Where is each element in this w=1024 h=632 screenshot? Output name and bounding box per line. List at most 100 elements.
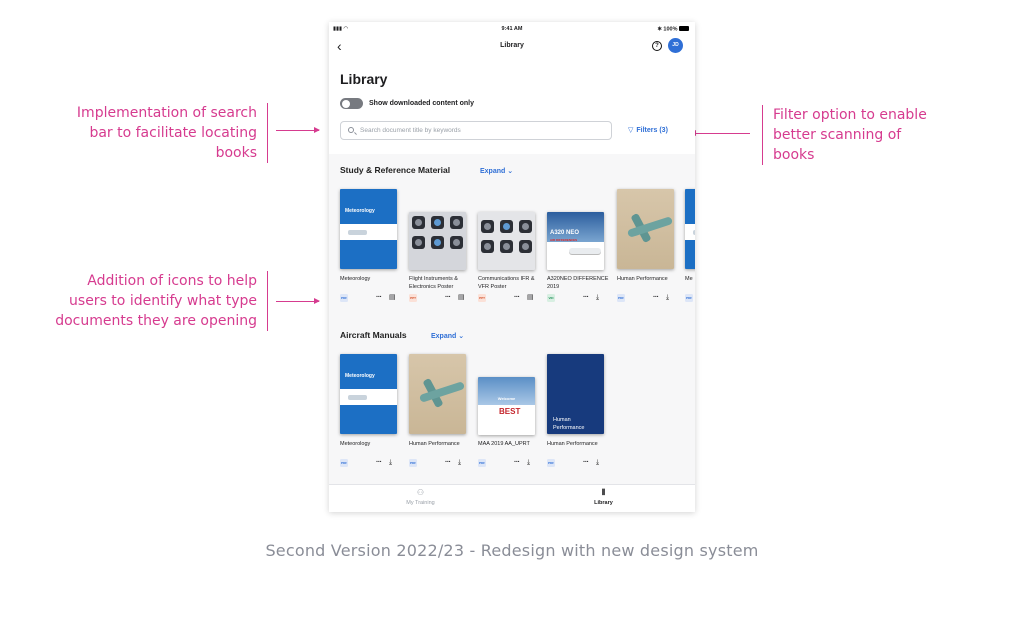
gauge-image <box>519 240 532 253</box>
book-cover[interactable]: Human Performance <box>547 354 604 434</box>
book-title: Communications IFR & VFR Poster <box>478 276 535 290</box>
download-icon[interactable]: ⤓ <box>458 459 461 466</box>
annotation-arrow-filter <box>690 130 750 136</box>
pdf-type-icon: PDF <box>685 294 693 302</box>
book-cover[interactable]: Meteorology <box>340 354 397 434</box>
caption: Second Version 2022/23 - Redesign with n… <box>265 541 759 560</box>
status-battery: ✱ 100% <box>657 26 689 33</box>
cover-image <box>340 224 397 240</box>
library-header: Library Show downloaded content only Sea… <box>329 58 695 154</box>
search-input[interactable]: Search document title by keywords <box>340 121 612 140</box>
more-options-icon[interactable]: ··· <box>514 459 520 466</box>
annotation-icons: Addition of icons to help users to ident… <box>52 271 268 331</box>
more-options-icon[interactable]: ··· <box>514 294 520 301</box>
status-time: 9:41 AM <box>501 26 523 32</box>
ppt-type-icon: PPT <box>409 294 417 302</box>
pdf-type-icon: PDF <box>617 294 625 302</box>
status-bar: ▮▮▮ ◠ 9:41 AM ✱ 100% <box>329 22 695 36</box>
book-cover[interactable] <box>409 212 466 270</box>
airplane-image <box>569 248 601 254</box>
annotation-search: Implementation of search bar to facilita… <box>60 103 268 163</box>
expand-label: Expand <box>431 333 457 340</box>
save-icon[interactable]: ▤ <box>389 294 396 301</box>
battery-icon <box>679 26 689 31</box>
expand-aircraft-button[interactable]: Expand ⌄ <box>431 332 464 340</box>
tab-label: Library <box>594 500 613 506</box>
help-icon[interactable]: ? <box>652 41 662 51</box>
book-cover[interactable] <box>617 189 674 269</box>
download-icon[interactable]: ⤓ <box>527 459 530 466</box>
ppt-type-icon: PPT <box>478 294 486 302</box>
gauge-image <box>481 220 494 233</box>
book-cover[interactable] <box>409 354 466 434</box>
cover-image <box>340 389 397 405</box>
tab-my-training[interactable]: ⚇ My Training <box>329 485 512 512</box>
book-cover[interactable]: Meteorology <box>340 189 397 269</box>
book-cover[interactable]: Welcome BEST <box>478 377 535 435</box>
more-options-icon[interactable]: ··· <box>653 294 659 301</box>
avatar[interactable]: JD <box>668 38 683 53</box>
library-content[interactable]: Library Show downloaded content only Sea… <box>329 58 695 484</box>
book-cover[interactable]: A320 NEO AIR DIFFERENCES <box>547 212 604 270</box>
save-icon[interactable]: ▤ <box>527 294 534 301</box>
expand-study-button[interactable]: Expand ⌄ <box>480 167 513 175</box>
downloaded-only-toggle[interactable] <box>340 98 363 109</box>
more-options-icon[interactable]: ··· <box>376 294 382 301</box>
book-title: Flight Instruments & Electronics Poster <box>409 276 458 290</box>
pdf-type-icon: PDF <box>340 459 348 467</box>
section-title-study: Study & Reference Material <box>340 165 451 175</box>
nav-title: Library <box>500 42 524 49</box>
more-options-icon[interactable]: ··· <box>583 459 589 466</box>
library-icon: ⦀ <box>601 488 606 497</box>
annotation-arrow-search <box>276 127 320 133</box>
expand-label: Expand <box>480 168 506 175</box>
battery-percent: 100% <box>663 26 678 33</box>
save-icon[interactable]: ▤ <box>458 294 465 301</box>
annotation-arrow-icons <box>276 298 320 304</box>
cover-image <box>685 224 695 240</box>
more-options-icon[interactable]: ··· <box>583 294 589 301</box>
tablet-screen: ▮▮▮ ◠ 9:41 AM ✱ 100% ‹ Library ? JD Libr… <box>329 22 695 512</box>
book-cover[interactable] <box>685 189 695 269</box>
filters-label: Filters (3) <box>636 127 668 134</box>
annotation-filter: Filter option to enable better scanning … <box>762 105 932 165</box>
book-title: Human Performance <box>547 441 598 447</box>
gauge-image <box>412 216 425 229</box>
gauge-image <box>519 220 532 233</box>
gauge-image <box>500 240 513 253</box>
section-title-aircraft: Aircraft Manuals <box>340 330 407 340</box>
book-title: MAA 2019 AA_UPRT <box>478 441 530 447</box>
gauge-image <box>481 240 494 253</box>
more-options-icon[interactable]: ··· <box>445 459 451 466</box>
chevron-down-icon: ⌄ <box>458 333 465 340</box>
people-icon: ⚇ <box>416 488 425 497</box>
book-title: A320NEO DIFFERENCE 2019 <box>547 276 609 290</box>
download-icon[interactable]: ⤓ <box>389 459 392 466</box>
cover-title: A320 NEO <box>550 230 580 236</box>
more-options-icon[interactable]: ··· <box>376 459 382 466</box>
tab-library[interactable]: ⦀ Library <box>512 485 695 512</box>
more-options-icon[interactable]: ··· <box>445 294 451 301</box>
download-icon[interactable]: ⤓ <box>596 459 599 466</box>
chevron-down-icon: ⌄ <box>507 168 514 175</box>
filters-button[interactable]: ▽ Filters (3) <box>628 126 668 134</box>
cover-subtitle: AIR DIFFERENCES <box>550 238 578 242</box>
download-icon[interactable]: ⤓ <box>596 294 599 301</box>
cover-title: Human Performance <box>553 417 585 431</box>
pdf-type-icon: PDF <box>340 294 348 302</box>
video-type-icon: VID <box>547 294 555 302</box>
book-title: Me <box>685 276 693 282</box>
page-title: Library <box>340 71 388 87</box>
book-cover[interactable] <box>478 212 535 270</box>
search-icon <box>348 127 354 133</box>
gauge-image <box>431 236 444 249</box>
tab-label: My Training <box>406 500 435 506</box>
gauge-image <box>450 216 463 229</box>
tab-bar: ⚇ My Training ⦀ Library <box>329 484 695 512</box>
download-icon[interactable]: ⤓ <box>666 294 669 301</box>
gauge-image <box>450 236 463 249</box>
book-title: Meteorology <box>340 276 371 282</box>
cover-best: BEST <box>499 407 521 416</box>
gauge-image <box>431 216 444 229</box>
book-title: Meteorology <box>340 441 371 447</box>
